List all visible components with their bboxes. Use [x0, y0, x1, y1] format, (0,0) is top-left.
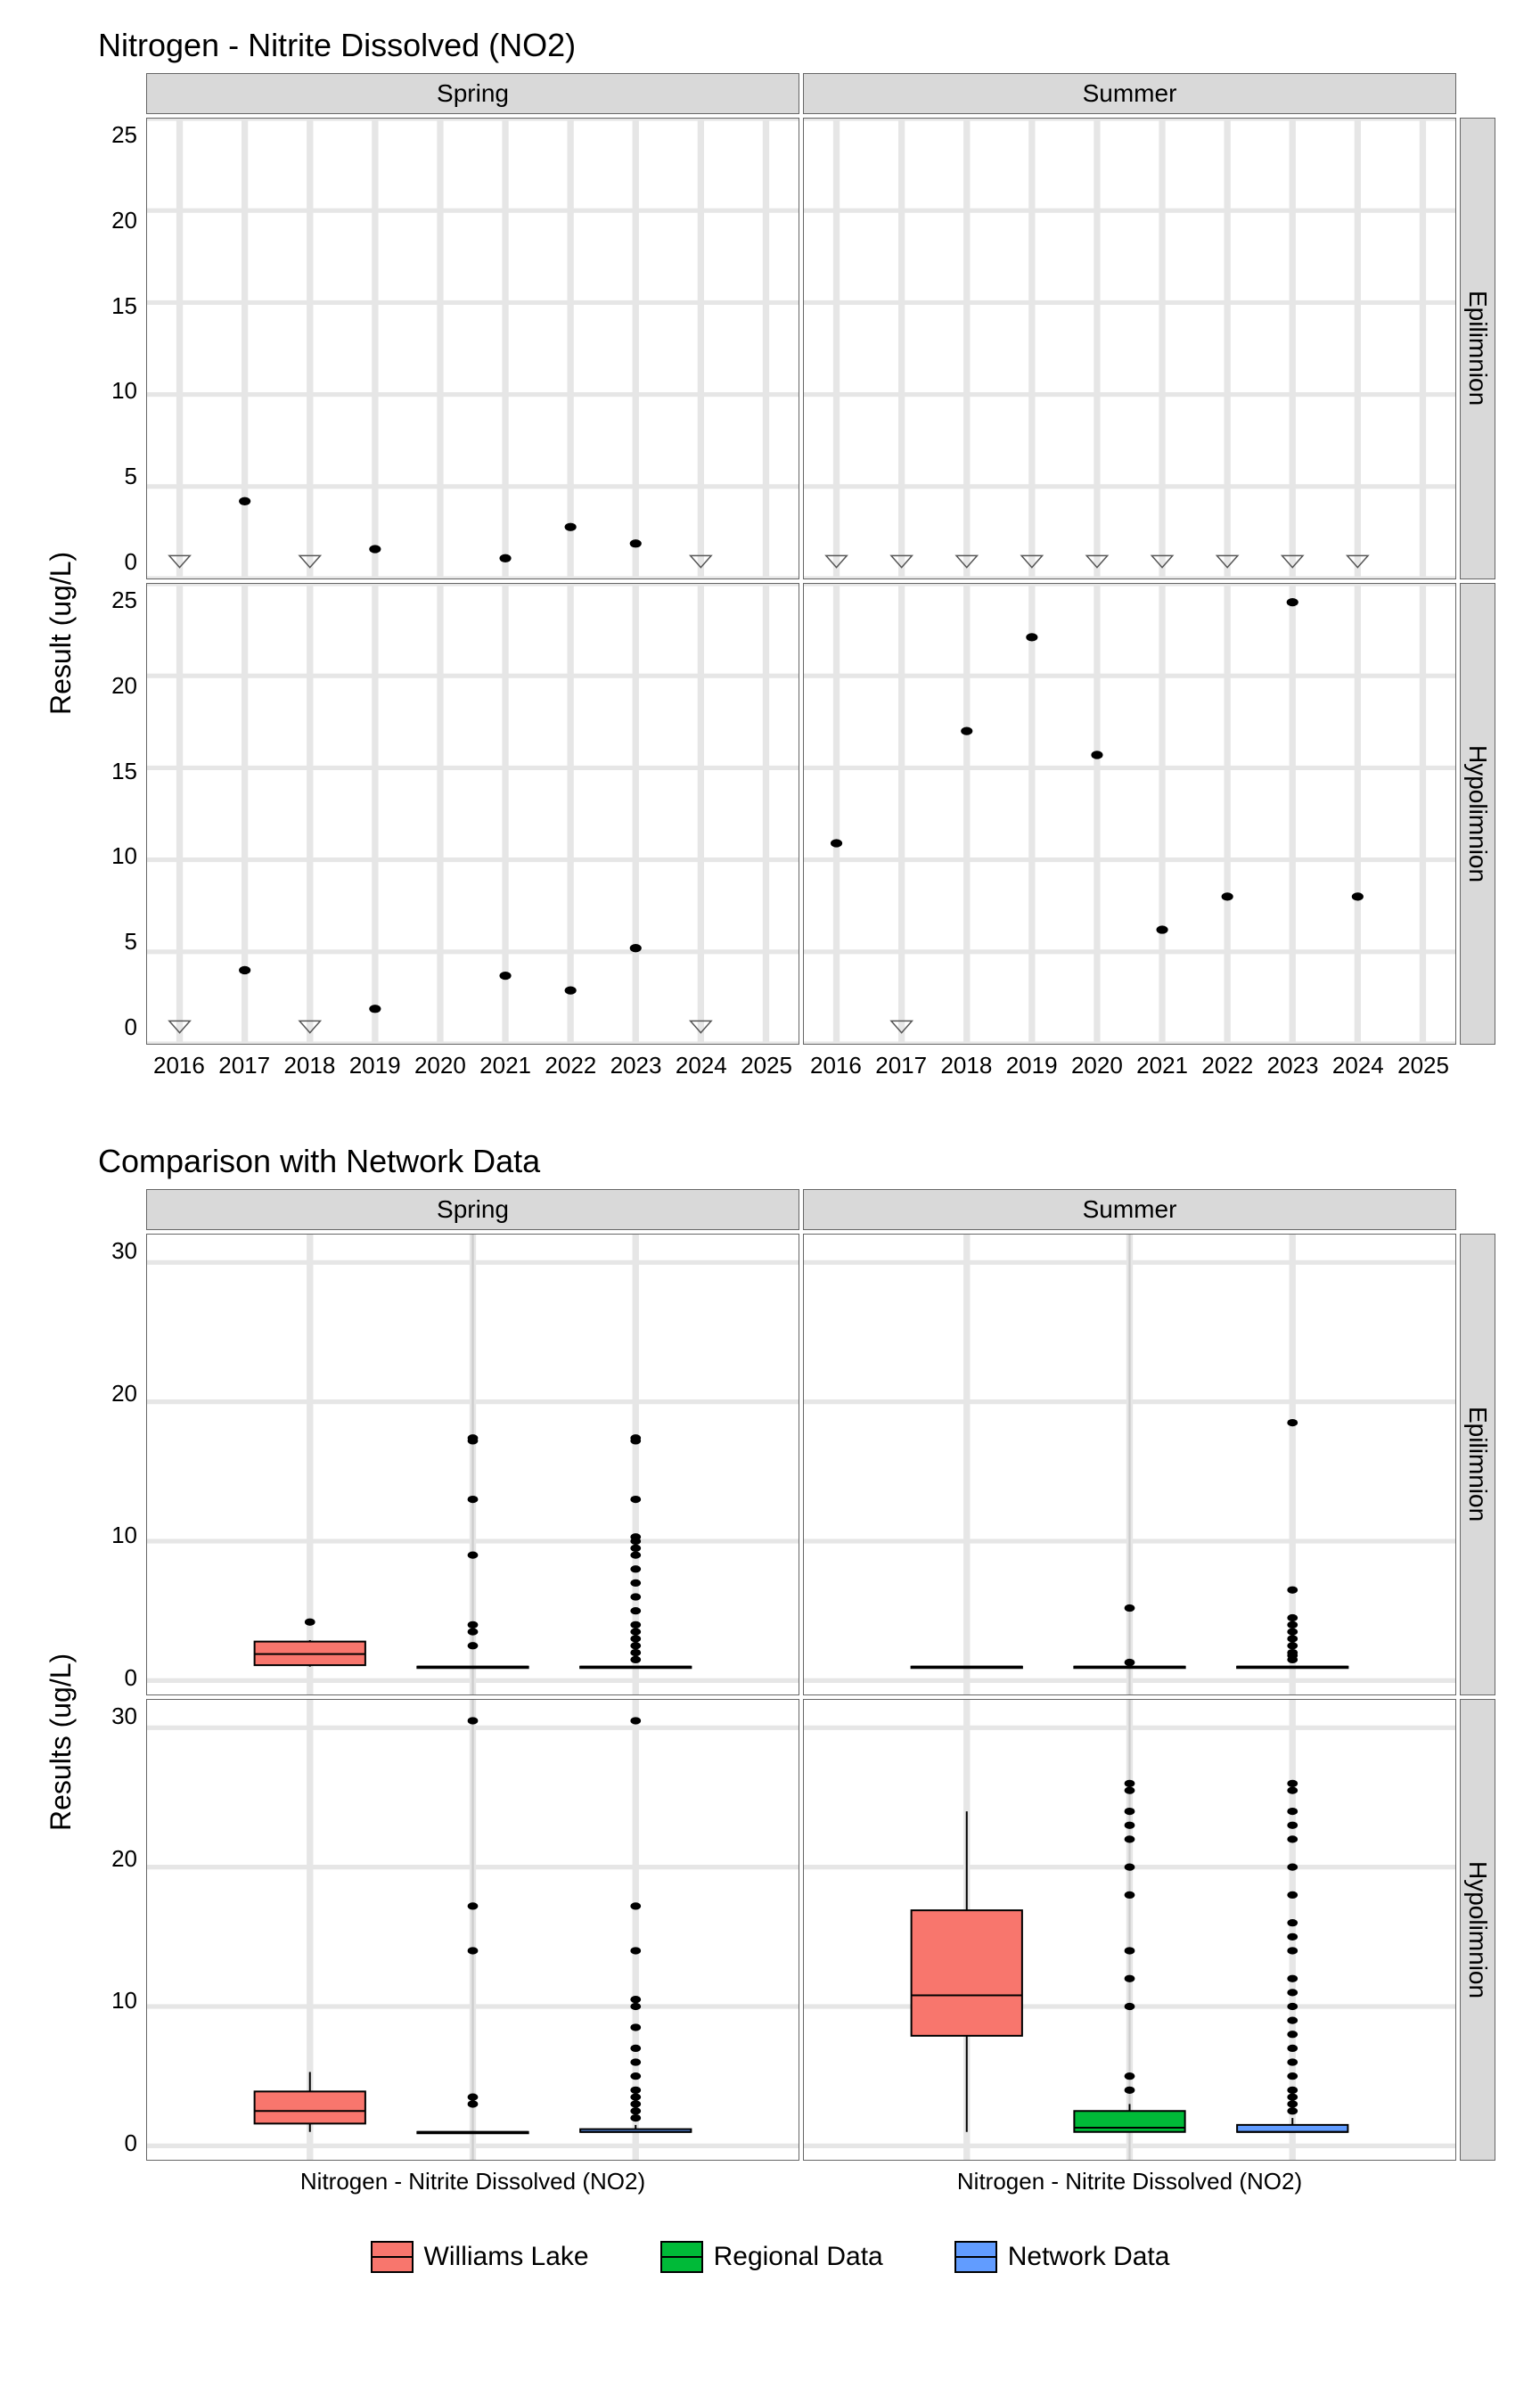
box-panel [803, 1699, 1456, 2161]
row-strip: Epilimnion [1460, 1234, 1495, 1695]
box-panel [146, 1234, 799, 1695]
y-ticks: 2520151050 [89, 118, 143, 579]
y-ticks: 3020100 [89, 1234, 143, 1695]
col-strip: Summer [803, 1189, 1456, 1230]
scatter-chart-title: Nitrogen - Nitrite Dissolved (NO2) [98, 27, 1504, 64]
scatter-panel [146, 118, 799, 579]
legend-item: Williams Lake [371, 2241, 589, 2273]
legend-swatch [954, 2241, 997, 2273]
x-ticks: Nitrogen - Nitrite Dissolved (NO2) [146, 2164, 799, 2205]
scatter-y-label: Result (ug/L) [45, 552, 78, 715]
y-ticks: 3020100 [89, 1699, 143, 2161]
box-chart-title: Comparison with Network Data [98, 1143, 1504, 1180]
col-strip: Spring [146, 73, 799, 114]
scatter-panel [146, 583, 799, 1045]
legend-swatch [371, 2241, 414, 2273]
x-ticks: 2016201720182019202020212022202320242025 [803, 1048, 1456, 1089]
legend-item: Network Data [954, 2241, 1170, 2273]
box-panel [146, 1699, 799, 2161]
row-strip: Hypolimnion [1460, 1699, 1495, 2161]
legend-label: Regional Data [714, 2242, 883, 2272]
legend-label: Network Data [1008, 2242, 1170, 2272]
legend-item: Regional Data [660, 2241, 883, 2273]
y-ticks: 2520151050 [89, 583, 143, 1045]
x-ticks: Nitrogen - Nitrite Dissolved (NO2) [803, 2164, 1456, 2205]
x-ticks: 2016201720182019202020212022202320242025 [146, 1048, 799, 1089]
col-strip: Summer [803, 73, 1456, 114]
scatter-panel [803, 583, 1456, 1045]
box-y-label: Results (ug/L) [45, 1653, 78, 1831]
row-strip: Hypolimnion [1460, 583, 1495, 1045]
col-strip: Spring [146, 1189, 799, 1230]
scatter-panel [803, 118, 1456, 579]
legend-swatch [660, 2241, 703, 2273]
row-strip: Epilimnion [1460, 118, 1495, 579]
box-panel [803, 1234, 1456, 1695]
legend: Williams Lake Regional Data Network Data [36, 2241, 1504, 2273]
legend-label: Williams Lake [424, 2242, 589, 2272]
